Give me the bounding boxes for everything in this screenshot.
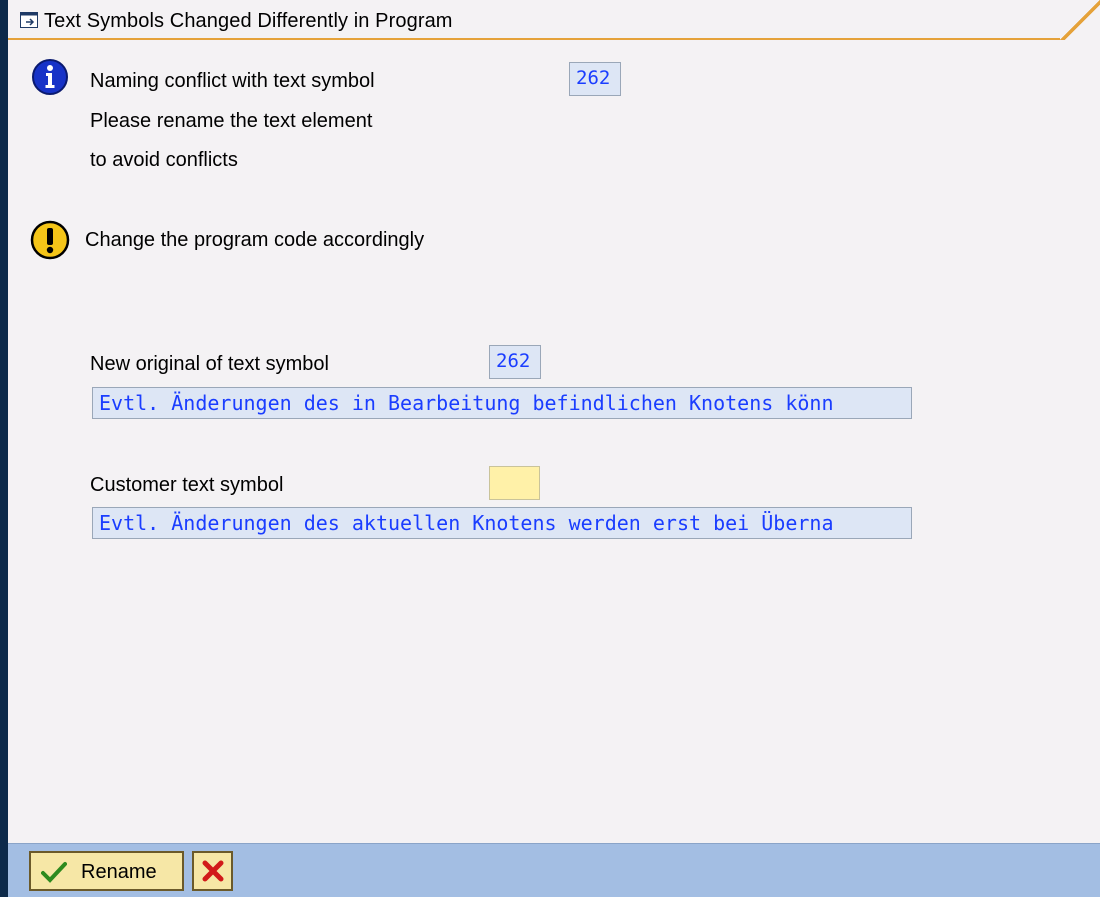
dialog-title: Text Symbols Changed Differently in Prog… — [44, 10, 453, 32]
info-line-3: to avoid conflicts — [90, 149, 238, 171]
new-original-label: New original of text symbol — [90, 353, 329, 375]
close-button[interactable] — [1060, 14, 1078, 32]
rename-button[interactable]: Rename — [29, 851, 184, 891]
info-symbol-number: 262 — [569, 62, 621, 96]
warning-text: Change the program code accordingly — [85, 229, 425, 251]
new-original-text-field: Evtl. Änderungen des in Bearbeitung befi… — [92, 387, 912, 419]
dialog-window: Text Symbols Changed Differently in Prog… — [0, 0, 1100, 897]
customer-symbol-label: Customer text symbol — [90, 474, 284, 496]
info-line-2: Please rename the text element — [90, 110, 373, 132]
close-icon — [1064, 18, 1074, 28]
customer-symbol-input[interactable] — [489, 466, 540, 500]
cancel-button[interactable] — [192, 851, 233, 891]
warning-icon — [30, 220, 70, 260]
cancel-x-icon — [202, 860, 224, 882]
checkmark-icon — [41, 861, 67, 883]
dialog-window-icon — [20, 12, 38, 28]
footer-toolbar: Rename — [8, 843, 1100, 897]
info-line-1: Naming conflict with text symbol — [90, 70, 375, 92]
rename-button-label: Rename — [81, 861, 157, 883]
title-bar: Text Symbols Changed Differently in Prog… — [8, 0, 1100, 40]
customer-text-field: Evtl. Änderungen des aktuellen Knotens w… — [92, 507, 912, 539]
info-icon — [31, 58, 69, 96]
new-original-symbol-number: 262 — [489, 345, 541, 379]
